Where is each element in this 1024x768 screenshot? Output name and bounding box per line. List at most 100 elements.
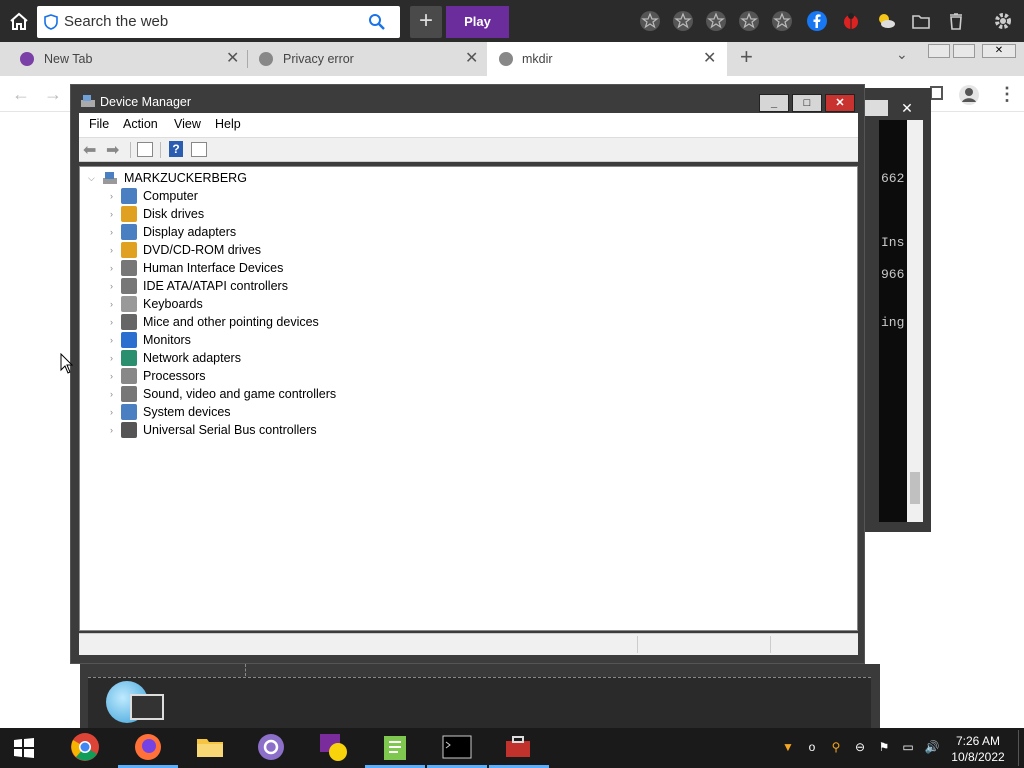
volume-icon[interactable]: 🔊 — [924, 740, 940, 756]
trash-icon[interactable] — [945, 10, 967, 32]
facebook-icon[interactable] — [806, 10, 828, 32]
vlc-icon[interactable]: ▼ — [780, 740, 796, 756]
home-icon[interactable] — [8, 10, 30, 32]
tab-privacy-error[interactable]: Privacy error ✕ — [259, 42, 479, 76]
expand-icon[interactable]: › — [110, 223, 113, 241]
menu-help[interactable]: Help — [215, 117, 241, 131]
expand-icon[interactable]: › — [110, 385, 113, 403]
menu-action[interactable]: Action — [123, 117, 158, 131]
chevron-down-icon[interactable]: ⌄ — [896, 46, 908, 63]
tree-item[interactable]: › Computer — [80, 187, 480, 205]
show-desktop-button[interactable] — [1018, 730, 1019, 766]
properties-icon[interactable] — [191, 142, 207, 157]
tree-item[interactable]: › Processors — [80, 367, 480, 385]
expand-icon[interactable]: › — [110, 277, 113, 295]
bookmark-star-icon[interactable] — [771, 10, 793, 32]
tree-item[interactable]: › Display adapters — [80, 223, 480, 241]
new-tab-button[interactable]: + — [740, 44, 753, 70]
search-input[interactable]: Search the web — [64, 13, 168, 30]
bookmark-star-icon[interactable] — [705, 10, 727, 32]
profile-icon[interactable] — [958, 84, 980, 106]
expand-icon[interactable]: › — [110, 187, 113, 205]
tree-item-label: Computer — [143, 189, 198, 203]
expand-icon[interactable]: › — [110, 313, 113, 331]
tree-item[interactable]: › DVD/CD-ROM drives — [80, 241, 480, 259]
chrome-icon[interactable] — [70, 732, 100, 762]
tree-item[interactable]: › Sound, video and game controllers — [80, 385, 480, 403]
tree-root[interactable]: ⌵ MARKZUCKERBERG — [80, 169, 480, 187]
expand-icon[interactable]: › — [110, 331, 113, 349]
console-close-button[interactable]: ✕ — [893, 100, 921, 116]
collapse-icon[interactable]: ⌵ — [88, 169, 95, 187]
expand-icon[interactable]: › — [110, 421, 113, 439]
expand-icon[interactable]: › — [110, 241, 113, 259]
tree-item[interactable]: › Disk drives — [80, 205, 480, 223]
minimize-button[interactable]: _ — [759, 94, 789, 112]
tree-item[interactable]: › Mice and other pointing devices — [80, 313, 480, 331]
tree-item[interactable]: › Keyboards — [80, 295, 480, 313]
console-maximize-button[interactable] — [864, 100, 888, 116]
system-clock[interactable]: 7:26 AM 10/8/2022 — [946, 733, 1010, 765]
close-button[interactable]: ✕ — [825, 94, 855, 112]
close-icon[interactable]: ✕ — [226, 42, 239, 76]
tree-item[interactable]: › Universal Serial Bus controllers — [80, 421, 480, 439]
tree-item[interactable]: › System devices — [80, 403, 480, 421]
expand-icon[interactable]: › — [110, 259, 113, 277]
forward-arrow-icon[interactable]: ➡ — [106, 140, 119, 160]
tab-mkdir[interactable]: mkdir ✕ — [487, 42, 727, 76]
menu-view[interactable]: View — [174, 117, 201, 131]
restore-window-button[interactable] — [953, 44, 975, 58]
close-icon[interactable]: ✕ — [703, 42, 716, 76]
network-icon[interactable]: ▭ — [900, 740, 916, 756]
notepad-plus-plus-icon[interactable] — [380, 732, 410, 762]
file-explorer-icon[interactable] — [195, 732, 225, 762]
menu-file[interactable]: File — [89, 117, 109, 131]
forward-arrow-icon[interactable]: → — [44, 84, 62, 105]
help-icon[interactable]: ? — [169, 141, 183, 157]
weather-icon[interactable] — [875, 10, 897, 32]
search-tray-icon[interactable]: o — [804, 740, 820, 756]
folder-icon[interactable] — [910, 10, 932, 32]
bookmark-star-icon[interactable] — [738, 10, 760, 32]
close-window-button[interactable]: ✕ — [982, 44, 1016, 58]
tree-item[interactable]: › Monitors — [80, 331, 480, 349]
reader-icon[interactable] — [930, 86, 943, 100]
tree-item[interactable]: › IDE ATA/ATAPI controllers — [80, 277, 480, 295]
flag-icon[interactable]: ⚑ — [876, 740, 892, 756]
maximize-button[interactable]: □ — [792, 94, 822, 112]
console-scrollbar[interactable] — [907, 120, 923, 522]
firefox-icon[interactable] — [133, 732, 163, 762]
tab-label: mkdir — [522, 52, 553, 66]
tree-item[interactable]: › Network adapters — [80, 349, 480, 367]
expand-icon[interactable]: › — [110, 349, 113, 367]
back-arrow-icon[interactable]: ← — [12, 84, 30, 105]
command-prompt-icon[interactable] — [442, 732, 472, 762]
close-icon[interactable]: ✕ — [465, 42, 478, 76]
gear-icon[interactable] — [992, 10, 1014, 32]
tree-item[interactable]: › Human Interface Devices — [80, 259, 480, 277]
bookmark-star-icon[interactable] — [639, 10, 661, 32]
minimize-window-button[interactable] — [928, 44, 950, 58]
minus-circle-icon[interactable]: ⊖ — [852, 740, 868, 756]
show-hide-tree-icon[interactable] — [137, 142, 153, 157]
search-icon[interactable]: ⚲ — [828, 740, 844, 756]
toolbox-icon[interactable] — [503, 732, 533, 762]
search-icon[interactable] — [368, 13, 386, 31]
ladybug-icon[interactable] — [840, 10, 862, 32]
windows-start-icon[interactable] — [12, 736, 36, 760]
status-separator — [770, 636, 771, 653]
expand-icon[interactable]: › — [110, 403, 113, 421]
expand-icon[interactable]: › — [110, 295, 113, 313]
expand-icon[interactable]: › — [110, 367, 113, 385]
expand-icon[interactable]: › — [110, 205, 113, 223]
bookmark-star-icon[interactable] — [672, 10, 694, 32]
keyboard-icon — [121, 296, 137, 312]
play-button[interactable]: Play — [446, 6, 509, 38]
yahoo-messenger-icon[interactable] — [318, 732, 348, 762]
back-arrow-icon[interactable]: ⬅ — [83, 140, 96, 160]
add-button[interactable]: + — [410, 6, 442, 38]
search-box[interactable]: Search the web — [37, 6, 400, 38]
menu-dots-icon[interactable]: ⋮ — [998, 84, 1016, 105]
proton-mail-icon[interactable] — [256, 732, 286, 762]
tab-new-tab[interactable]: New Tab ✕ — [20, 42, 240, 76]
